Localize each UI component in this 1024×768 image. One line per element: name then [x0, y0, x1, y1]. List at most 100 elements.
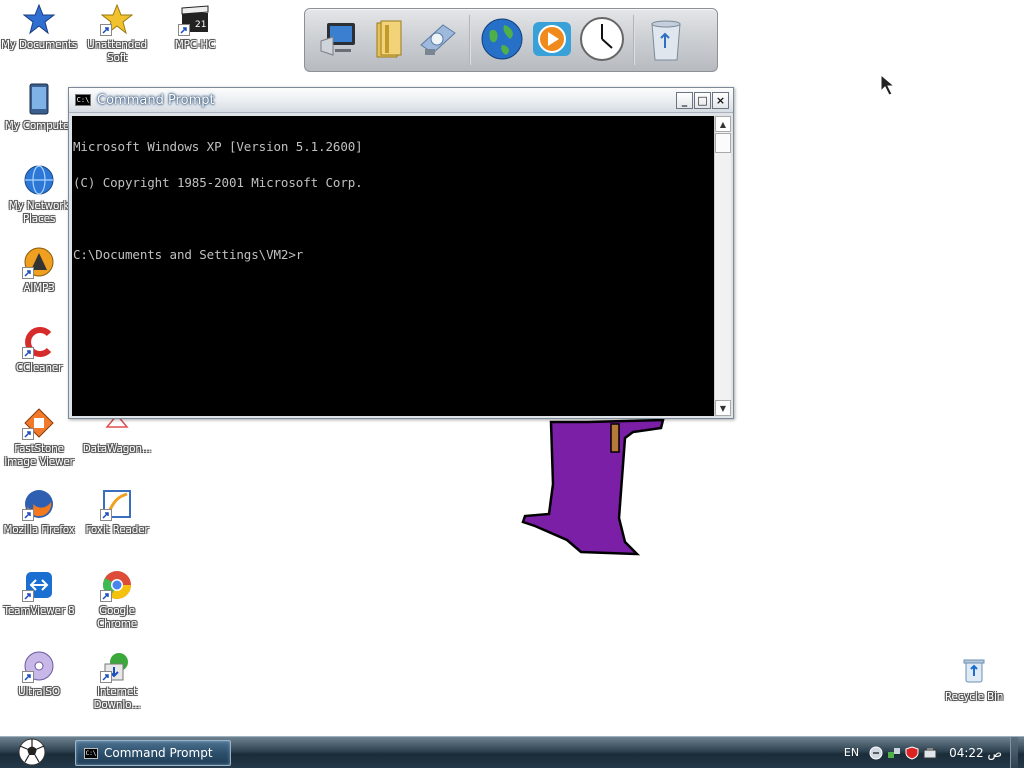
- desktop-icon-firefox[interactable]: Mozilla Firefox: [0, 487, 78, 537]
- dock-separator: [469, 15, 471, 65]
- dock-bar: [304, 8, 718, 72]
- desktop-icon-recycle-bin[interactable]: Recycle Bin: [935, 654, 1013, 704]
- desktop-icon-unattended-soft[interactable]: Unattended Soft: [78, 2, 156, 65]
- desktop-icon-faststone[interactable]: FastStone Image Viewer: [0, 406, 78, 469]
- desktop-icon-label: Unattended Soft: [87, 39, 147, 64]
- shortcut-arrow-icon: [22, 267, 34, 279]
- dock-trash[interactable]: [644, 15, 688, 65]
- desktop-icon-label: TeamViewer 8: [3, 605, 75, 617]
- desktop-icon-teamviewer[interactable]: TeamViewer 8: [0, 568, 78, 618]
- console-icon: C:\: [75, 94, 91, 106]
- scroll-down-button[interactable]: ▼: [715, 400, 731, 416]
- scroll-thumb[interactable]: [715, 133, 731, 153]
- desktop-icon-label: Internet Downlo...: [93, 686, 141, 711]
- desktop-icon-foxit[interactable]: Foxit Reader: [78, 487, 156, 537]
- globe-icon: [480, 17, 524, 64]
- taskbar-item-label: Command Prompt: [104, 746, 213, 760]
- minimize-button[interactable]: _: [676, 91, 693, 109]
- arrow-down-icon: ▼: [719, 403, 727, 413]
- desktop-icon-internet-download[interactable]: Internet Downlo...: [78, 649, 156, 712]
- firefox-icon: [22, 487, 56, 521]
- window-title: Command Prompt: [97, 92, 215, 108]
- desktop-icon-my-documents[interactable]: My Documents: [0, 2, 78, 52]
- console-output[interactable]: Microsoft Windows XP [Version 5.1.2600] …: [72, 116, 714, 416]
- scroll-up-button[interactable]: ▲: [715, 116, 731, 132]
- system-tray: EN 04:22 ص: [844, 737, 1024, 768]
- taskbar: C:\ Command Prompt EN 04:22 ص: [0, 736, 1024, 768]
- trash-icon: [646, 16, 686, 65]
- foxit-icon: [100, 487, 134, 521]
- vertical-scrollbar[interactable]: ▲ ▼: [714, 116, 731, 416]
- dock-globe[interactable]: [480, 15, 524, 65]
- show-desktop-button[interactable]: [1010, 737, 1018, 768]
- recycle-bin-icon: [957, 654, 991, 688]
- computer-icon: [317, 19, 359, 62]
- start-button[interactable]: [16, 738, 48, 768]
- desktop-icon-label: My Documents: [0, 39, 78, 51]
- shortcut-arrow-icon: [100, 509, 112, 521]
- desktop-icon-label: My Network Places: [8, 200, 70, 225]
- desktop-icon-label: Foxit Reader: [85, 524, 149, 536]
- ccleaner-icon: [22, 325, 56, 359]
- dock-folder[interactable]: [366, 15, 410, 65]
- chrome-icon: [100, 568, 134, 602]
- desktop-icon-mpc-hc[interactable]: 21 MPC-HC: [156, 2, 234, 52]
- folder-icon: [367, 17, 409, 64]
- close-button[interactable]: ×: [712, 91, 729, 109]
- desktop-icon-ccleaner[interactable]: CCleaner: [0, 325, 78, 375]
- desktop-icon-aimp3[interactable]: AIMP3: [0, 245, 78, 295]
- clock-icon: [579, 16, 625, 65]
- desktop-icon-label: AIMP3: [23, 282, 55, 294]
- desktop-icon-network-places[interactable]: My Network Places: [0, 163, 78, 226]
- desktop-icon-label: DataWagon...: [82, 443, 152, 455]
- disc-icon: [22, 649, 56, 683]
- arrow-up-icon: ▲: [719, 119, 727, 129]
- dock-clock[interactable]: [580, 15, 624, 65]
- mouse-cursor-icon: [880, 73, 896, 99]
- shortcut-arrow-icon: [178, 24, 190, 36]
- globe-network-icon: [22, 163, 56, 197]
- control-panel-icon: [417, 19, 459, 62]
- language-indicator[interactable]: EN: [844, 746, 859, 759]
- dock-computer[interactable]: [316, 15, 360, 65]
- shortcut-arrow-icon: [22, 347, 34, 359]
- shortcut-arrow-icon: [22, 428, 34, 440]
- desktop-icon-chrome[interactable]: Google Chrome: [78, 568, 156, 631]
- volume-icon[interactable]: [869, 746, 883, 760]
- star-shortcut-icon: [100, 2, 134, 36]
- console-icon: C:\: [84, 747, 98, 759]
- desktop-icon-label: Mozilla Firefox: [3, 524, 75, 536]
- desktop-icon-my-computer[interactable]: My Computer: [0, 83, 78, 133]
- desktop-icon-label: CCleaner: [15, 362, 63, 374]
- dock-control-panel[interactable]: [416, 15, 460, 65]
- desktop-icon-label: FastStone Image Viewer: [4, 443, 74, 468]
- desktop-icon-label: UltraISO: [18, 686, 60, 698]
- desktop-icon-ultraiso[interactable]: UltraISO: [0, 649, 78, 699]
- shortcut-arrow-icon: [22, 671, 34, 683]
- shortcut-arrow-icon: [22, 590, 34, 602]
- clapperboard-icon: 21: [178, 2, 212, 36]
- maximize-button[interactable]: □: [694, 91, 711, 109]
- window-titlebar[interactable]: C:\ Command Prompt _ □ ×: [69, 88, 733, 113]
- device-icon[interactable]: [923, 746, 937, 760]
- taskbar-clock[interactable]: 04:22 ص: [949, 746, 1002, 760]
- computer-icon: [22, 83, 56, 117]
- network-icon[interactable]: [887, 746, 901, 760]
- download-manager-icon: [100, 649, 134, 683]
- aimp-icon: [22, 245, 56, 279]
- shortcut-arrow-icon: [100, 24, 112, 36]
- faststone-icon: [22, 406, 56, 440]
- desktop-icon-label: Recycle Bin: [944, 691, 1004, 703]
- taskbar-item-command-prompt[interactable]: C:\ Command Prompt: [75, 740, 231, 766]
- shortcut-arrow-icon: [100, 671, 112, 683]
- dock-separator: [633, 15, 635, 65]
- shortcut-arrow-icon: [22, 509, 34, 521]
- command-prompt-window[interactable]: C:\ Command Prompt _ □ × Microsoft Windo…: [68, 87, 734, 419]
- desktop-icon-label: My Computer: [4, 120, 74, 132]
- teamviewer-icon: [22, 568, 56, 602]
- wallpaper-purple-boots: [515, 418, 675, 563]
- desktop-icon-label: MPC-HC: [174, 39, 216, 51]
- dock-media-player[interactable]: [530, 15, 574, 65]
- security-shield-icon[interactable]: [905, 745, 919, 760]
- shortcut-arrow-icon: [100, 590, 112, 602]
